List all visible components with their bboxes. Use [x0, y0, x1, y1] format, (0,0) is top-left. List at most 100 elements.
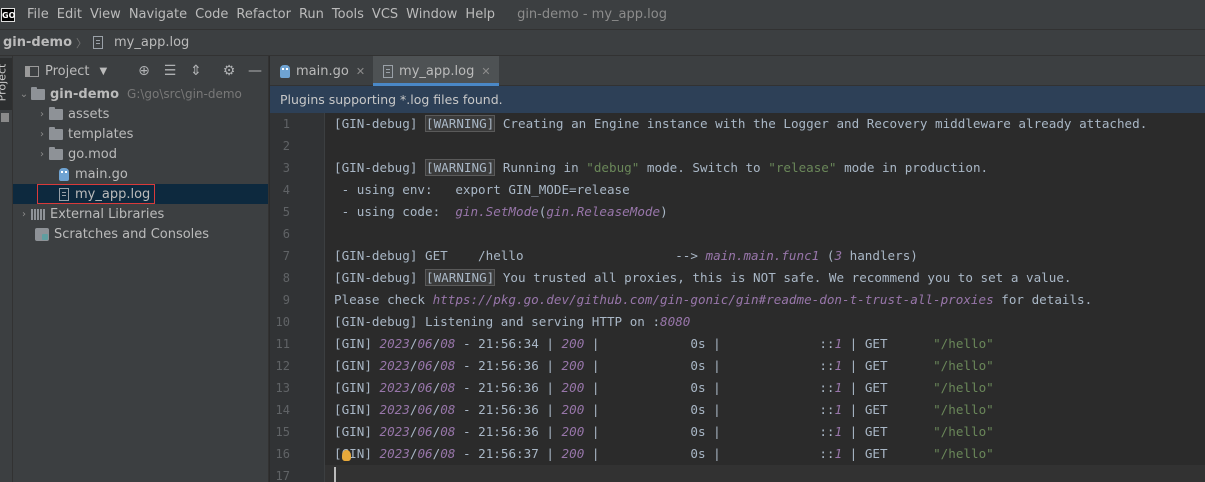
- project-panel: Project ▼ ⊕ ☰ ⇕ ⚙ — ⌄ gin-demo G:\go\src…: [13, 56, 269, 482]
- tree-item-my-app-log[interactable]: my_app.log: [13, 184, 268, 204]
- collapse-all-icon[interactable]: ⇕: [188, 63, 204, 79]
- tree-root-gin-demo[interactable]: ⌄ gin-demo G:\go\src\gin-demo: [13, 84, 268, 104]
- code-token: [GIN-debug] GET /hello -->: [334, 248, 706, 263]
- tree-external-libraries[interactable]: › External Libraries: [13, 204, 268, 224]
- code-token: handlers): [842, 248, 918, 263]
- project-panel-title[interactable]: Project: [45, 64, 89, 79]
- line-number: 10: [275, 315, 290, 329]
- tab-my-app-log[interactable]: my_app.log ✕: [373, 56, 499, 86]
- code-token: 200: [561, 358, 585, 373]
- menu-run[interactable]: Run: [295, 7, 328, 22]
- breadcrumb-file[interactable]: my_app.log: [93, 35, 189, 50]
- code-token: | GET: [842, 424, 934, 439]
- code-token: "/hello": [933, 380, 994, 395]
- code-editor[interactable]: 1 2 3 4 5 6 7 8 9 10 11 12 13 14 15 16 17 [GIN-debug] [W…: [270, 113, 1205, 482]
- line-number: 2: [282, 139, 290, 153]
- line-number: 14: [275, 403, 290, 417]
- chevron-down-icon[interactable]: ▼: [99, 66, 107, 77]
- line-number: 8: [282, 271, 290, 285]
- warning-tag: [WARNING]: [425, 115, 496, 132]
- chevron-right-icon[interactable]: ›: [35, 109, 49, 120]
- close-icon[interactable]: ✕: [481, 65, 490, 78]
- code-token: [GIN]: [334, 358, 380, 373]
- menu-window[interactable]: Window: [402, 7, 461, 22]
- plugin-notification-banner: Plugins supporting *.log files found.: [270, 86, 1205, 113]
- tree-item-label: templates: [68, 126, 134, 142]
- code-token: 1: [834, 380, 843, 395]
- code-token: | GET: [842, 380, 934, 395]
- tree-item-label: assets: [68, 106, 110, 122]
- chevron-right-icon[interactable]: ›: [17, 209, 31, 220]
- chevron-right-icon[interactable]: ›: [35, 149, 49, 160]
- menu-code[interactable]: Code: [191, 7, 232, 22]
- tree-item-main-go[interactable]: main.go: [13, 164, 268, 184]
- tab-label: my_app.log: [399, 63, 475, 79]
- menu-help[interactable]: Help: [461, 7, 499, 22]
- code-line: [GIN-debug] [WARNING] Running in "debug"…: [334, 157, 988, 179]
- chevron-down-icon[interactable]: ⌄: [17, 89, 31, 100]
- code-token: [GIN-debug]: [334, 160, 425, 175]
- menu-edit[interactable]: Edit: [53, 7, 86, 22]
- go-file-icon: [59, 167, 69, 181]
- project-stripe-tab[interactable]: Project: [0, 58, 12, 110]
- menu-navigate[interactable]: Navigate: [125, 7, 191, 22]
- locate-file-icon[interactable]: ⊕: [136, 63, 152, 79]
- code-token: "/hello": [933, 424, 994, 439]
- code-line: [GIN] 2023/06/08 - 21:56:36 | 200 | 0s |…: [334, 399, 994, 421]
- chevron-right-icon[interactable]: ›: [35, 129, 49, 140]
- code-token: 06: [417, 424, 433, 439]
- menu-vcs[interactable]: VCS: [368, 7, 402, 22]
- breadcrumb-separator-icon: 〉: [76, 36, 88, 50]
- tree-scratches-consoles[interactable]: Scratches and Consoles: [13, 224, 268, 244]
- code-token: main.main.func1: [705, 248, 820, 263]
- code-token: [GIN-debug]: [334, 116, 425, 131]
- tree-item-assets[interactable]: › assets: [13, 104, 268, 124]
- tree-item-label: go.mod: [68, 146, 117, 162]
- lightbulb-icon[interactable]: [342, 450, 351, 461]
- code-token: "/hello": [933, 358, 994, 373]
- code-token: (: [819, 248, 835, 263]
- close-icon[interactable]: ✕: [356, 65, 365, 78]
- folder-icon: [49, 126, 63, 140]
- menu-file[interactable]: File: [23, 7, 53, 22]
- expand-all-icon[interactable]: ☰: [162, 63, 178, 79]
- breadcrumb-file-label: my_app.log: [114, 35, 190, 50]
- tree-item-go-mod[interactable]: › go.mod: [13, 144, 268, 164]
- structure-stripe-icon[interactable]: [1, 113, 9, 122]
- go-file-icon: [280, 64, 290, 78]
- gear-icon[interactable]: ⚙: [221, 63, 237, 79]
- library-icon: [31, 208, 45, 220]
- code-token: 06: [417, 402, 433, 417]
- breadcrumb-project[interactable]: gin-demo: [3, 35, 72, 50]
- code-token: [GIN-debug] Listening and serving HTTP o…: [334, 314, 661, 329]
- code-line: [GIN-debug] [WARNING] Creating an Engine…: [334, 113, 1147, 135]
- code-token: [GIN]: [334, 380, 380, 395]
- code-token: 1: [834, 424, 843, 439]
- warning-tag: [WARNING]: [425, 269, 496, 286]
- code-token: 2023: [379, 446, 410, 461]
- code-line: [GIN] 2023/06/08 - 21:56:36 | 200 | 0s |…: [334, 421, 994, 443]
- code-token: ): [660, 204, 668, 219]
- line-number: 6: [282, 227, 290, 241]
- url-link[interactable]: https://pkg.go.dev/github.com/gin-gonic/…: [433, 292, 994, 307]
- menu-view[interactable]: View: [86, 7, 125, 22]
- hide-panel-icon[interactable]: —: [247, 63, 263, 79]
- code-line: [GIN-debug] GET /hello --> main.main.fun…: [334, 245, 918, 267]
- tab-main-go[interactable]: main.go ✕: [270, 56, 373, 86]
- code-token: gin.ReleaseMode: [546, 204, 661, 219]
- tree-item-templates[interactable]: › templates: [13, 124, 268, 144]
- line-number: 12: [275, 359, 290, 373]
- code-token: 06: [417, 358, 433, 373]
- code-token: 3: [834, 248, 843, 263]
- code-line: [GIN] 2023/06/08 - 21:56:36 | 200 | 0s |…: [334, 377, 994, 399]
- line-number: 5: [282, 205, 290, 219]
- menu-tools[interactable]: Tools: [328, 7, 368, 22]
- line-number: 17: [275, 469, 290, 482]
- code-line: [GIN] 2023/06/08 - 21:56:36 | 200 | 0s |…: [334, 355, 994, 377]
- code-token: 2023: [379, 424, 410, 439]
- menu-refactor[interactable]: Refactor: [232, 7, 295, 22]
- project-view-icon: [25, 65, 39, 77]
- code-line: [GIN] 2023/06/08 - 21:56:34 | 200 | 0s |…: [334, 333, 994, 355]
- code-token: 08: [440, 336, 456, 351]
- code-token: 08: [440, 424, 456, 439]
